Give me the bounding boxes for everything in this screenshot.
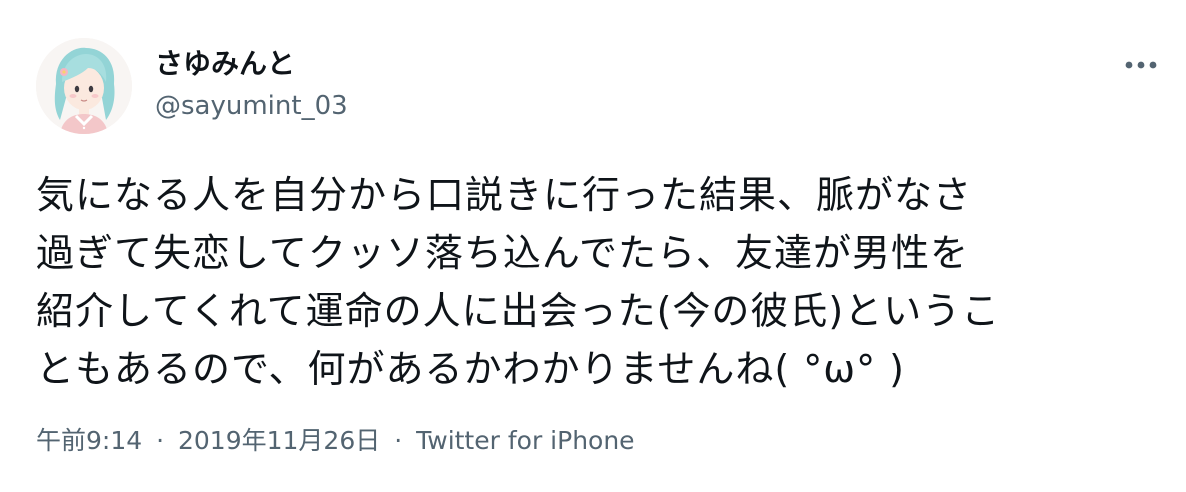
more-horizontal-icon [1125,61,1157,69]
tweet-text-line: 気になる人を自分から口説きに行った結果、脈がなさ [36,173,973,217]
avatar[interactable] [36,38,132,134]
tweet-text-line: ともあるので、何があるかわかりませんね( °ω° ) [36,347,905,391]
display-name[interactable]: さゆみんと [155,44,295,84]
tweet-time[interactable]: 午前9:14 [36,426,142,455]
meta-separator: · [394,426,403,455]
more-options-button[interactable] [1116,48,1166,82]
tweet: さゆみんと @sayumint_03 気になる人を自分から口説きに行った結果、脈… [0,0,1186,492]
tweet-source[interactable]: Twitter for iPhone [416,426,634,455]
username-handle[interactable]: @sayumint_03 [155,88,348,124]
avatar-illustration-icon [36,38,132,134]
meta-separator: · [156,426,165,455]
tweet-text-line: 紹介してくれて運命の人に出会った(今の彼氏)というこ [36,289,1001,333]
tweet-metadata: 午前9:14 · 2019年11月26日 · Twitter for iPhon… [36,423,635,459]
tweet-text: 気になる人を自分から口説きに行った結果、脈がなさ 過ぎて失恋してクッソ落ち込んで… [36,166,1156,398]
tweet-date[interactable]: 2019年11月26日 [178,426,380,455]
tweet-text-line: 過ぎて失恋してクッソ落ち込んでたら、友達が男性を [36,231,969,275]
